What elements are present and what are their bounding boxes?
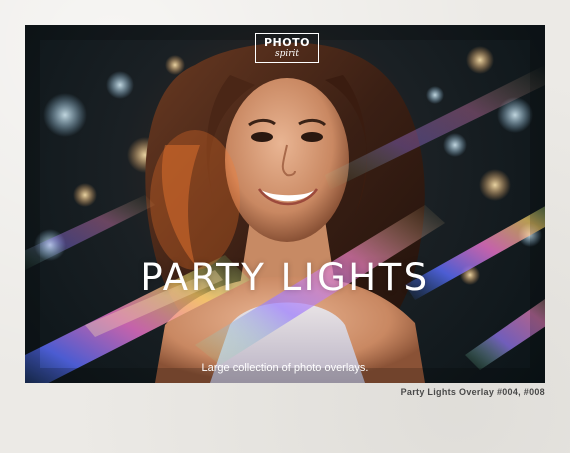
logo-text-photo: PHOTO	[264, 36, 310, 49]
headline-title: PARTY LIGHTS	[140, 256, 430, 299]
hero-photo: PHOTO spirit PARTY LIGHTS Large collecti…	[25, 25, 545, 383]
photo-spirit-logo: PHOTO spirit	[255, 33, 319, 63]
product-caption: Party Lights Overlay #004, #008	[400, 387, 545, 397]
subtitle-text: Large collection of photo overlays.	[201, 362, 369, 374]
logo-text-spirit: spirit	[274, 49, 300, 59]
party-scene-illustration	[25, 25, 545, 383]
